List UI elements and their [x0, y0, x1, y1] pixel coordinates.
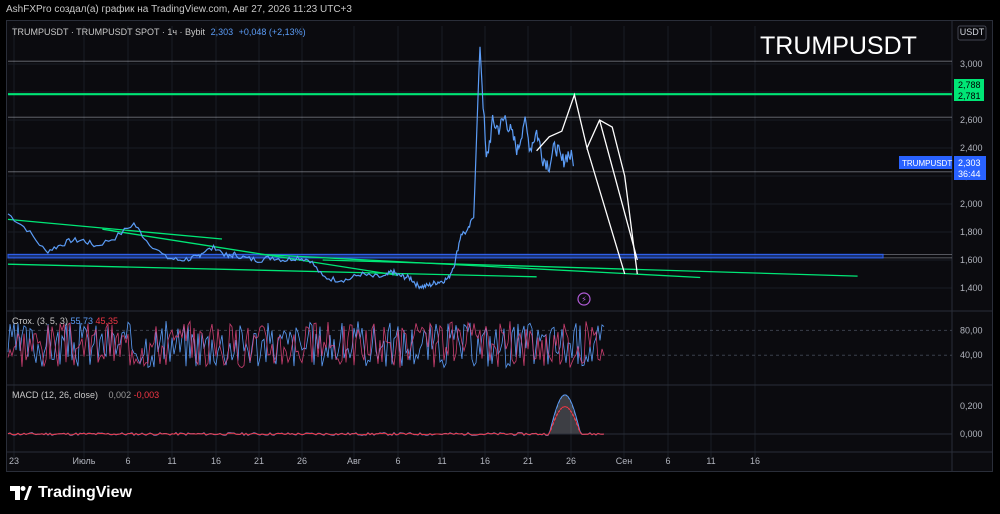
stoch-label: Стох. (3, 5, 3)	[12, 316, 68, 326]
grid-lines	[6, 20, 993, 472]
x-tick-label: 11	[167, 456, 176, 466]
macd-tick-label: 0,000	[960, 429, 983, 439]
y-tick-label: 1,800	[960, 227, 983, 237]
stoch-k: 55,73	[70, 316, 93, 326]
projection-path[interactable]	[536, 92, 638, 275]
projection-line-2	[586, 119, 638, 275]
price-value: 2,303	[210, 27, 234, 37]
overlay-title: TRUMPUSDT	[760, 32, 917, 60]
x-tick-label: 26	[566, 456, 576, 466]
macd-legend[interactable]: MACD (12, 26, close) 0,002 -0,003	[12, 390, 159, 400]
level-tag-1: 2,781	[958, 91, 981, 101]
x-tick-label: 16	[750, 456, 760, 466]
x-tick-label: 23	[9, 456, 19, 466]
currency-badge: USDT	[960, 27, 985, 37]
stoch-legend[interactable]: Стох. (3, 5, 3) 55,73 45,35	[12, 316, 118, 326]
stoch-d: 45,35	[95, 316, 119, 326]
chart-canvas[interactable]: USDT3,0002,8002,6002,4002,2002,0001,8001…	[0, 0, 1000, 514]
macd-signal: -0,003	[133, 390, 160, 400]
x-tick-label: 16	[211, 456, 221, 466]
trend-line-2	[7, 263, 537, 278]
price-line	[7, 46, 574, 290]
x-tick-label: 21	[254, 456, 264, 466]
lightning-icon[interactable]: ⚡	[577, 292, 591, 306]
macd-signal-line	[7, 406, 605, 436]
price-tag-countdown: 36:44	[958, 169, 981, 179]
x-tick-label: 11	[437, 456, 446, 466]
y-tick-label: 2,000	[960, 199, 983, 209]
x-tick-label: 11	[706, 456, 715, 466]
x-tick-label: Июль	[73, 456, 96, 466]
y-tick-label: 2,600	[960, 115, 983, 125]
x-tick-label: Авг	[347, 456, 362, 466]
macd-line	[7, 394, 605, 437]
level-tag-0: 2,788	[958, 80, 981, 90]
trend-lines[interactable]	[7, 218, 858, 279]
support-zone[interactable]	[7, 253, 884, 259]
stoch-tick-label: 40,00	[960, 350, 983, 360]
time-axis[interactable]: 23 Июль 6 11 16 21 26 Авг 6 11 16 21 26 Сен 6 11 16	[9, 456, 760, 466]
change-value: +0,048 (+2,13%)	[238, 27, 306, 37]
x-tick-label: 26	[297, 456, 307, 466]
macd-tick-label: 0,200	[960, 401, 983, 411]
svg-text:⚡: ⚡	[581, 295, 587, 304]
price-tag-price: 2,303	[958, 158, 981, 168]
macd-pane	[7, 394, 952, 437]
x-tick-label: Сен	[616, 456, 633, 466]
horizontal-levels[interactable]	[8, 60, 952, 259]
support-zone-rect	[7, 253, 884, 259]
trend-line-0	[7, 218, 223, 240]
x-tick-label: 6	[665, 456, 670, 466]
y-tick-label: 2,400	[960, 143, 983, 153]
projection-line	[536, 92, 638, 275]
footer: TradingView	[0, 474, 1000, 514]
main-legend[interactable]: TRUMPUSDT · TRUMPUSDT SPOT · 1ч · Bybit …	[12, 27, 309, 37]
x-tick-label: 16	[480, 456, 490, 466]
macd-hist: 0,002	[108, 390, 132, 400]
x-tick-label: 6	[125, 456, 130, 466]
x-tick-label: 21	[523, 456, 533, 466]
brand-name: TradingView	[38, 484, 132, 501]
tv-logo-icon	[10, 486, 32, 500]
price-tag-symbol: TRUMPUSDT	[902, 159, 952, 168]
stoch-pane	[7, 320, 952, 370]
tradingview-logo[interactable]: TradingView	[10, 484, 132, 502]
macd-label: MACD (12, 26, close)	[12, 390, 99, 400]
y-tick-label: 1,600	[960, 255, 983, 265]
price-series	[7, 46, 574, 290]
y-tick-label: 1,400	[960, 283, 983, 293]
symbol-label: TRUMPUSDT · TRUMPUSDT SPOT · 1ч · Bybit	[12, 27, 206, 37]
stoch-tick-label: 80,00	[960, 325, 983, 335]
x-tick-label: 6	[395, 456, 400, 466]
y-tick-label: 3,000	[960, 59, 983, 69]
